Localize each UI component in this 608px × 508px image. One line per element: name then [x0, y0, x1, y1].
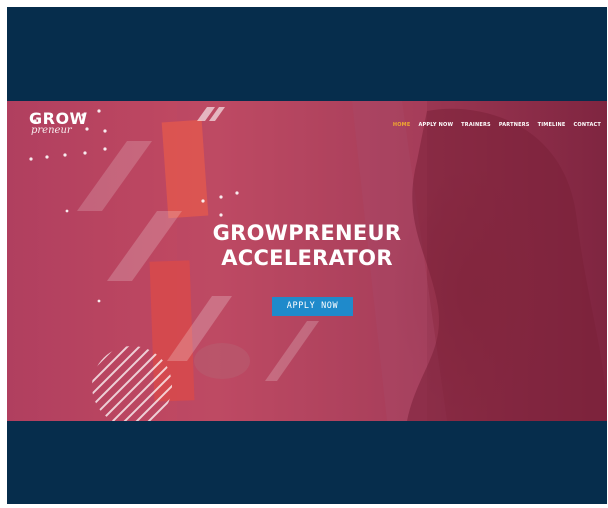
- main-nav: HOME APPLY NOW TRAINERS PARTNERS TIMELIN…: [393, 122, 601, 128]
- nav-item-contact[interactable]: CONTACT: [574, 122, 601, 128]
- sticky-note-1: [161, 119, 209, 219]
- sticky-note-2: [149, 260, 195, 402]
- growpreneur-logo[interactable]: GROW preneur: [29, 111, 88, 136]
- nav-item-trainers[interactable]: TRAINERS: [461, 122, 491, 128]
- hand-shape: [194, 343, 250, 379]
- logo-text-bottom: preneur: [31, 125, 72, 136]
- hero-section: GROW preneur HOME APPLY NOW TRAINERS PAR…: [7, 101, 607, 421]
- nav-item-timeline[interactable]: TIMELINE: [538, 122, 566, 128]
- hero-title-line2: ACCELERATOR: [221, 246, 393, 270]
- page-frame: GROW preneur HOME APPLY NOW TRAINERS PAR…: [7, 7, 607, 504]
- nav-item-apply-now[interactable]: APPLY NOW: [418, 122, 453, 128]
- nav-item-home[interactable]: HOME: [393, 122, 411, 128]
- nav-item-partners[interactable]: PARTNERS: [499, 122, 530, 128]
- hero-title-line1: GROWPRENEUR: [212, 221, 402, 245]
- apply-now-button[interactable]: APPLY NOW: [272, 297, 353, 316]
